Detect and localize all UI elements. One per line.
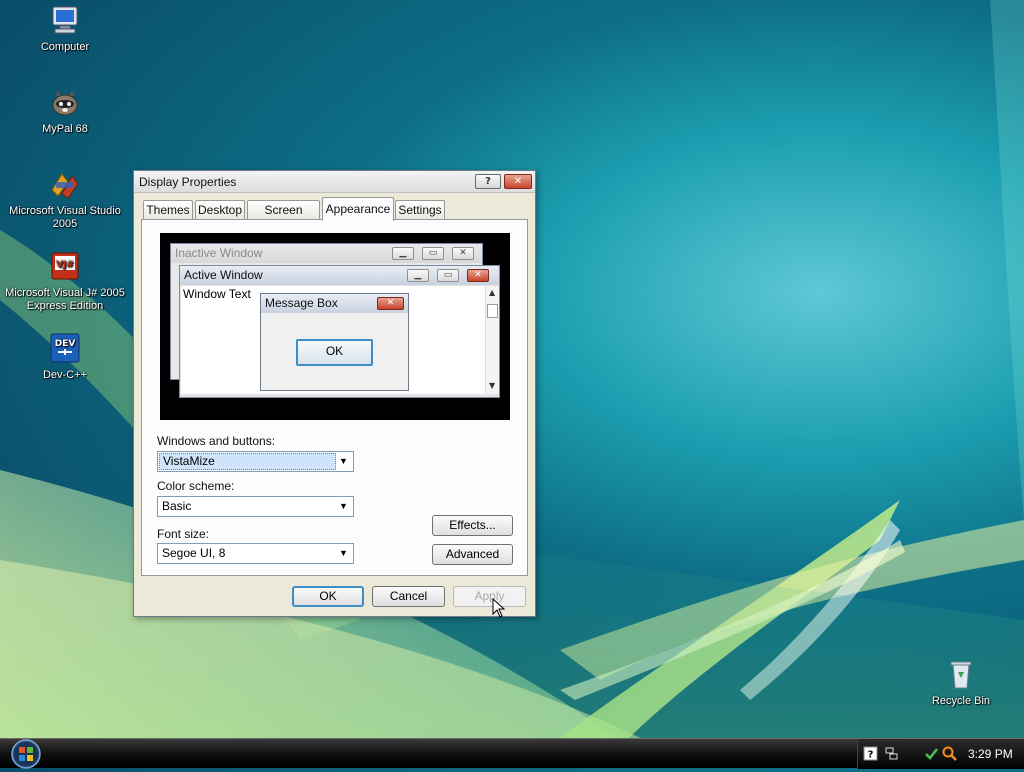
chevron-down-icon: ▼: [339, 548, 348, 558]
close-icon: ✕: [377, 297, 404, 310]
security-icon[interactable]: [924, 746, 939, 761]
chevron-down-icon: ▼: [339, 501, 348, 511]
dialog-title: Display Properties: [139, 175, 237, 189]
recycle-bin-icon: [944, 658, 978, 692]
visual-jsharp-icon: VJ#: [48, 250, 82, 284]
close-icon: ✕: [452, 247, 474, 260]
desktop-icon-label: Recycle Bin: [931, 695, 991, 707]
desktop-icon-mypal[interactable]: MyPal 68: [0, 86, 130, 136]
help-icon[interactable]: ?: [863, 746, 878, 761]
tab-screen-saver[interactable]: Screen Saver: [247, 200, 320, 235]
preview-ok-button: OK: [296, 339, 373, 366]
scroll-down-icon: ▼: [489, 381, 496, 390]
font-size-label: Font size:: [157, 527, 210, 541]
ok-button[interactable]: OK: [292, 586, 364, 607]
desktop-icon-computer[interactable]: Computer: [0, 4, 130, 54]
desktop-icon-label: MyPal 68: [42, 123, 88, 135]
desktop-icon-label: Computer: [40, 41, 90, 53]
devcpp-icon: DEV: [48, 332, 82, 366]
preview-scrollbar: ▲ ▼: [485, 286, 499, 394]
color-scheme-select[interactable]: Basic ▼: [157, 496, 354, 517]
close-icon: ✕: [467, 269, 489, 282]
effects-button[interactable]: Effects...: [432, 515, 513, 536]
chevron-down-icon: ▼: [339, 456, 348, 466]
tab-settings[interactable]: Settings: [395, 200, 445, 220]
svg-text:?: ?: [868, 750, 874, 761]
font-size-select[interactable]: Segoe UI, 8 ▼: [157, 543, 354, 564]
computer-icon: [48, 4, 82, 38]
windows-buttons-label: Windows and buttons:: [157, 434, 276, 448]
desktop-icon-visual-studio[interactable]: Microsoft Visual Studio 2005: [0, 168, 130, 231]
preview-message-body: OK: [261, 314, 408, 390]
desktop-icon-label: Dev-C++: [42, 369, 88, 381]
svg-text:VJ#: VJ#: [56, 260, 74, 270]
advanced-button[interactable]: Advanced: [432, 544, 513, 565]
visual-studio-icon: [48, 168, 82, 202]
taskbar: ? 3:29 PM: [0, 738, 1024, 769]
appearance-panel: Inactive Window ▁ ▭ ✕ Active Window ▁ ▭ …: [141, 219, 528, 576]
desktop-icon-label: Microsoft Visual J# 2005 Express Edition: [5, 287, 125, 312]
network-icon[interactable]: [884, 746, 899, 761]
font-size-value: Segoe UI, 8: [162, 546, 226, 560]
minimize-icon: ▁: [392, 247, 414, 260]
mouse-cursor-icon: [492, 598, 506, 618]
preview-message-box: Message Box ✕ OK: [260, 293, 409, 391]
cancel-button[interactable]: Cancel: [372, 586, 445, 607]
apply-button[interactable]: Apply: [453, 586, 526, 607]
appearance-preview: Inactive Window ▁ ▭ ✕ Active Window ▁ ▭ …: [160, 233, 510, 420]
scroll-up-icon: ▲: [489, 288, 496, 297]
mypal-icon: [48, 86, 82, 120]
tab-themes[interactable]: Themes: [143, 200, 193, 220]
windows-logo-icon: [11, 739, 41, 769]
maximize-icon: ▭: [422, 247, 444, 260]
start-button[interactable]: [8, 739, 44, 769]
color-scheme-label: Color scheme:: [157, 479, 235, 493]
desktop-icon-recycle-bin[interactable]: Recycle Bin: [896, 658, 1024, 708]
scroll-thumb: [487, 304, 498, 318]
help-button[interactable]: ?: [475, 174, 501, 189]
windows-buttons-value: VistaMize: [159, 453, 336, 470]
svg-text:DEV: DEV: [55, 339, 76, 349]
close-button[interactable]: ✕: [504, 174, 532, 189]
tab-desktop[interactable]: Desktop: [195, 200, 245, 220]
search-icon[interactable]: [942, 746, 957, 761]
desktop-icon-label: Microsoft Visual Studio 2005: [9, 205, 121, 230]
color-scheme-value: Basic: [162, 499, 192, 513]
display-properties-dialog: Display Properties ? ✕ Themes Desktop Sc…: [133, 170, 536, 617]
windows-buttons-select[interactable]: VistaMize ▼: [157, 451, 354, 472]
desktop-icon-visual-jsharp[interactable]: VJ# Microsoft Visual J# 2005 Express Edi…: [0, 250, 130, 313]
clock[interactable]: 3:29 PM: [968, 747, 1013, 761]
maximize-icon: ▭: [437, 269, 459, 282]
desktop-icon-devcpp[interactable]: DEV Dev-C++: [0, 332, 130, 382]
dialog-titlebar[interactable]: Display Properties ? ✕: [134, 171, 535, 193]
tab-appearance[interactable]: Appearance: [322, 197, 394, 221]
minimize-icon: ▁: [407, 269, 429, 282]
system-tray: ? 3:29 PM: [857, 739, 1024, 769]
